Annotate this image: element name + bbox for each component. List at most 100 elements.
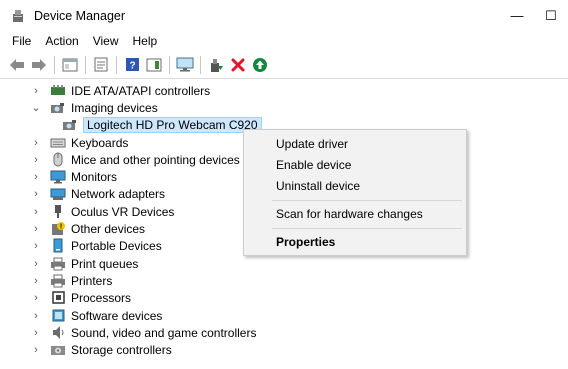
window-title: Device Manager xyxy=(34,8,126,23)
menu-view[interactable]: View xyxy=(86,34,126,48)
tree-node-label: IDE ATA/ATAPI controllers xyxy=(71,83,211,98)
tree-node-label: Portable Devices xyxy=(71,238,162,253)
menu-action[interactable]: Action xyxy=(38,34,85,48)
tree-node-label: Oculus VR Devices xyxy=(71,204,175,219)
chevron-right-icon[interactable]: › xyxy=(30,255,42,272)
svg-text:!: ! xyxy=(60,224,62,231)
chevron-right-icon[interactable]: › xyxy=(30,307,42,324)
tree-node-network-adapters[interactable]: › Network adapters xyxy=(30,185,165,202)
mouse-icon xyxy=(50,152,66,168)
toolbar-separator xyxy=(169,55,170,74)
scan-hardware-changes-menu-item[interactable]: Scan for hardware changes xyxy=(276,204,423,224)
help-icon: ? xyxy=(125,58,139,72)
chevron-right-icon[interactable]: › xyxy=(30,151,42,168)
tree-node-label: Print queues xyxy=(71,256,139,271)
chevron-down-icon[interactable]: ⌄ xyxy=(30,99,42,116)
menu-file[interactable]: File xyxy=(0,34,38,48)
chevron-right-icon[interactable]: › xyxy=(30,220,42,237)
action-pane-button[interactable] xyxy=(143,54,165,76)
title-bar: Device Manager — ☐ xyxy=(0,0,568,31)
tree-node-print-queues[interactable]: › Print queues xyxy=(30,255,138,272)
menu-help[interactable]: Help xyxy=(126,34,165,48)
tree-node-oculus-vr-devices[interactable]: › Oculus VR Devices xyxy=(30,203,174,220)
properties-toolbar-button[interactable] xyxy=(90,54,112,76)
tree-node-processors[interactable]: › Processors xyxy=(30,289,131,306)
toolbar-separator xyxy=(85,55,86,74)
maximize-button[interactable]: ☐ xyxy=(534,0,568,31)
tree-node-label: Imaging devices xyxy=(71,100,158,115)
usb-icon xyxy=(50,204,66,220)
printer-icon xyxy=(50,256,66,272)
chevron-right-icon[interactable]: › xyxy=(30,168,42,185)
update-driver-icon xyxy=(211,58,223,72)
back-arrow-icon xyxy=(10,58,24,71)
chevron-right-icon[interactable]: › xyxy=(30,324,42,341)
action-pane-icon xyxy=(146,58,162,71)
scan-monitor-icon xyxy=(176,57,194,72)
properties-sheet-icon xyxy=(94,57,108,72)
tree-node-label: Monitors xyxy=(71,169,118,184)
uninstall-device-toolbar-button[interactable] xyxy=(227,54,249,76)
chevron-right-icon[interactable]: › xyxy=(30,289,42,306)
webcam-icon xyxy=(62,117,78,133)
tree-node-other-devices[interactable]: › ! Other devices xyxy=(30,220,145,237)
back-button[interactable] xyxy=(6,54,28,76)
chevron-right-icon[interactable]: › xyxy=(30,82,42,99)
toolbar-separator xyxy=(200,55,201,74)
speaker-icon xyxy=(50,325,66,341)
printer-icon xyxy=(50,273,66,289)
svg-text:?: ? xyxy=(129,61,135,72)
ide-controller-icon xyxy=(50,83,66,99)
tree-node-sound-video-game-controllers[interactable]: › Sound, video and game controllers xyxy=(30,324,256,341)
enable-device-menu-item[interactable]: Enable device xyxy=(276,155,351,175)
chevron-right-icon[interactable]: › xyxy=(30,341,42,358)
menu-separator xyxy=(272,228,462,229)
tree-node-mice[interactable]: › Mice and other pointing devices xyxy=(30,151,240,168)
tree-node-logitech-hd-pro-webcam-c920[interactable]: Logitech HD Pro Webcam C920 xyxy=(62,116,262,133)
tree-node-label: Logitech HD Pro Webcam C920 xyxy=(83,116,262,133)
update-driver-menu-item[interactable]: Update driver xyxy=(276,134,348,154)
menu-bar: File Action View Help xyxy=(0,31,568,51)
menu-separator xyxy=(272,200,462,201)
forward-button[interactable] xyxy=(28,54,50,76)
delete-x-icon xyxy=(231,58,245,71)
console-tree-icon xyxy=(62,58,78,71)
chevron-right-icon[interactable]: › xyxy=(30,203,42,220)
tree-node-monitors[interactable]: › Monitors xyxy=(30,168,117,185)
tree-node-storage-controllers[interactable]: › Storage controllers xyxy=(30,341,172,358)
chevron-right-icon[interactable]: › xyxy=(30,185,42,202)
tree-node-ide-ata-atapi-controllers[interactable]: › IDE ATA/ATAPI controllers xyxy=(30,82,210,99)
uninstall-device-menu-item[interactable]: Uninstall device xyxy=(276,176,360,196)
tree-node-label: Software devices xyxy=(71,308,163,323)
storage-controller-icon xyxy=(50,342,66,358)
tree-node-label: Mice and other pointing devices xyxy=(71,152,240,167)
context-menu: Update driver Enable device Uninstall de… xyxy=(243,129,467,256)
chevron-right-icon[interactable]: › xyxy=(30,272,42,289)
tree-node-label: Other devices xyxy=(71,221,146,236)
device-manager-icon xyxy=(13,9,23,22)
toolbar: ? xyxy=(0,51,568,79)
scan-hardware-toolbar-button[interactable] xyxy=(174,54,196,76)
tree-node-label: Keyboards xyxy=(71,135,129,150)
tree-node-keyboards[interactable]: › Keyboards xyxy=(30,134,128,151)
show-hide-console-tree-button[interactable] xyxy=(59,54,81,76)
toolbar-separator xyxy=(54,55,55,74)
minimize-button[interactable]: — xyxy=(500,0,534,31)
tree-node-imaging-devices[interactable]: ⌄ Imaging devices xyxy=(30,99,158,116)
tree-node-software-devices[interactable]: › Software devices xyxy=(30,307,162,324)
help-toolbar-button[interactable]: ? xyxy=(121,54,143,76)
keyboard-icon xyxy=(50,135,66,151)
chevron-right-icon[interactable]: › xyxy=(30,237,42,254)
tree-node-portable-devices[interactable]: › Portable Devices xyxy=(30,237,162,254)
chevron-right-icon[interactable]: › xyxy=(30,134,42,151)
tree-node-printers[interactable]: › Printers xyxy=(30,272,112,289)
enable-device-toolbar-button[interactable] xyxy=(249,54,271,76)
forward-arrow-icon xyxy=(32,58,46,71)
enable-arrow-icon xyxy=(253,57,267,72)
processor-icon xyxy=(50,290,66,306)
tree-node-label: Network adapters xyxy=(71,186,166,201)
camera-icon xyxy=(50,100,66,116)
monitor-icon xyxy=(50,169,66,185)
properties-menu-item[interactable]: Properties xyxy=(276,232,335,252)
update-driver-toolbar-button[interactable] xyxy=(205,54,227,76)
